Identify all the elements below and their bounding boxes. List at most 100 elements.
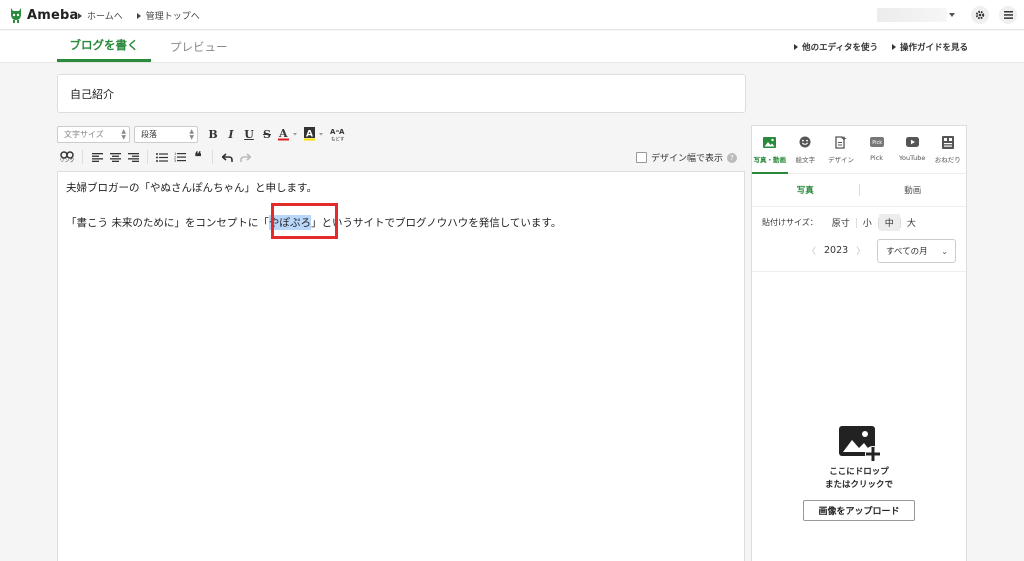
subtab-photo[interactable]: 写真 <box>752 180 859 200</box>
numbered-list-icon: 1 2 3 <box>174 152 186 162</box>
quote-button[interactable]: ❝ <box>189 148 207 166</box>
menu-button[interactable] <box>999 6 1017 24</box>
paragraph-select[interactable]: 段落 ▲ ▼ <box>134 125 198 143</box>
highlight-color-button[interactable]: A <box>302 125 328 143</box>
hamburger-icon <box>1003 11 1013 19</box>
align-left-button[interactable] <box>88 148 106 166</box>
text-color-icon: A <box>278 127 297 141</box>
tab-design-label: デザイン <box>827 156 854 164</box>
drop-zone-text: ここにドロップ またはクリックで <box>752 466 966 492</box>
numbered-list-button[interactable]: 1 2 3 <box>171 148 189 166</box>
updown-icon: ▲ ▼ <box>189 127 194 141</box>
svg-text:もどす: もどす <box>331 136 345 142</box>
size-small[interactable]: 小 <box>857 214 878 231</box>
photo-icon <box>763 136 777 148</box>
chevron-right-icon[interactable]: 〉 <box>856 244 865 257</box>
svg-text:A: A <box>339 128 345 136</box>
month-select-value: すべての月 <box>886 247 928 257</box>
align-right-icon <box>127 152 139 162</box>
toolbar-divider <box>212 150 213 164</box>
svg-text:A: A <box>330 128 336 136</box>
tab-onedari[interactable]: おねだり <box>930 126 966 174</box>
paste-size-selector: 貼付けサイズ： 原寸 小 中 大 <box>762 214 922 231</box>
text-color-button[interactable]: A <box>276 125 302 143</box>
year-selector: 〈 2023 〉 <box>807 244 865 257</box>
youtube-icon <box>905 136 919 148</box>
settings-button[interactable] <box>971 6 989 24</box>
ameba-logo[interactable]: Ameba <box>8 6 79 24</box>
align-center-button[interactable] <box>106 148 124 166</box>
other-editor-link[interactable]: 他のエディタを使う <box>794 41 878 53</box>
account-menu[interactable] <box>877 8 947 22</box>
top-bar: Ameba ホームへ 管理トップへ <box>0 0 1024 30</box>
clear-format-icon: A A もどす <box>330 128 345 142</box>
subtab-video[interactable]: 動画 <box>860 180 967 200</box>
help-icon[interactable]: ? <box>727 152 738 163</box>
media-side-panel: 写真・動画 絵文字 デザイン Pick Pick YouTube おねだり 写真… <box>751 125 967 561</box>
ameba-logo-icon <box>11 8 21 23</box>
gear-icon <box>975 10 985 20</box>
year-label: 2023 <box>824 245 849 256</box>
bullet-list-button[interactable] <box>153 148 171 166</box>
tab-write[interactable]: ブログを書く <box>57 31 151 62</box>
tab-emoji-label: 絵文字 <box>795 156 816 164</box>
tab-youtube[interactable]: YouTube <box>894 126 930 174</box>
divider <box>752 271 966 272</box>
undo-button[interactable] <box>218 148 236 166</box>
media-tabs: 写真・動画 絵文字 デザイン Pick Pick YouTube おねだり <box>752 126 966 174</box>
undo-icon <box>221 152 233 162</box>
svg-text:A: A <box>278 127 288 140</box>
toolbar-row-2: リンク 1 2 3 ❝ <box>57 147 254 167</box>
link-button[interactable]: リンク <box>57 148 77 166</box>
svg-text:A: A <box>306 130 313 140</box>
caret-down-icon[interactable] <box>949 13 955 17</box>
align-right-button[interactable] <box>124 148 142 166</box>
svg-text:3: 3 <box>174 159 176 162</box>
tab-preview[interactable]: プレビュー <box>170 31 228 62</box>
month-select[interactable]: すべての月 ⌄ <box>877 239 956 263</box>
design-width-toggle[interactable]: デザイン幅で表示 ? <box>636 151 738 164</box>
breadcrumb-admin[interactable]: 管理トップへ <box>136 9 200 22</box>
chevron-left-icon[interactable]: 〈 <box>807 244 816 257</box>
paragraph-label: 段落 <box>141 129 157 139</box>
bold-button[interactable]: B <box>204 125 222 143</box>
header-links: 他のエディタを使う 操作ガイドを見る <box>794 41 968 53</box>
editor-text-after: 」というサイトでブログノウハウを発信しています。 <box>310 217 562 229</box>
font-size-select[interactable]: 文字サイズ ▲ ▼ <box>57 125 130 143</box>
paste-size-label: 貼付けサイズ： <box>762 218 818 227</box>
upload-image-button[interactable]: 画像をアップロード <box>803 500 915 521</box>
size-original[interactable]: 原寸 <box>826 214 856 231</box>
tab-design[interactable]: デザイン <box>823 126 859 174</box>
toolbar-divider <box>82 150 83 164</box>
bullet-list-icon <box>156 152 168 162</box>
clear-format-button[interactable]: A A もどす <box>328 125 348 143</box>
highlight-color-icon: A <box>304 127 323 141</box>
guide-link[interactable]: 操作ガイドを見る <box>891 41 968 53</box>
logo-text: Ameba <box>27 7 79 23</box>
size-medium[interactable]: 中 <box>878 214 900 231</box>
svg-text:Pick: Pick <box>872 140 882 146</box>
align-left-icon <box>91 152 103 162</box>
redo-button[interactable] <box>236 148 254 166</box>
caret-right-icon <box>891 44 896 50</box>
title-input[interactable] <box>70 87 670 100</box>
size-large[interactable]: 大 <box>901 214 922 231</box>
tab-photo-video[interactable]: 写真・動画 <box>752 126 788 174</box>
design-width-checkbox[interactable] <box>636 152 647 163</box>
tab-emoji[interactable]: 絵文字 <box>788 126 824 174</box>
quote-icon: ❝ <box>194 149 202 165</box>
breadcrumb-home[interactable]: ホームへ <box>78 9 123 22</box>
title-field-container <box>57 74 746 113</box>
editor-tab-bar: ブログを書く プレビュー 他のエディタを使う 操作ガイドを見る <box>0 31 1024 63</box>
link-label: リンク <box>59 157 75 164</box>
caret-right-icon <box>794 44 799 50</box>
tab-pick-label: Pick <box>870 154 884 162</box>
tab-pick[interactable]: Pick Pick <box>859 126 895 174</box>
image-add-icon[interactable] <box>839 426 881 462</box>
divider <box>752 206 966 207</box>
editor-body[interactable]: 夫婦ブロガーの「やぬさんぽんちゃん」と申します。 「書こう 未来のために」をコン… <box>57 171 745 561</box>
editor-line-1: 夫婦ブロガーの「やぬさんぽんちゃん」と申します。 <box>66 182 317 194</box>
italic-button[interactable]: I <box>222 125 240 143</box>
strikethrough-button[interactable]: S <box>258 125 276 143</box>
underline-button[interactable]: U <box>240 125 258 143</box>
